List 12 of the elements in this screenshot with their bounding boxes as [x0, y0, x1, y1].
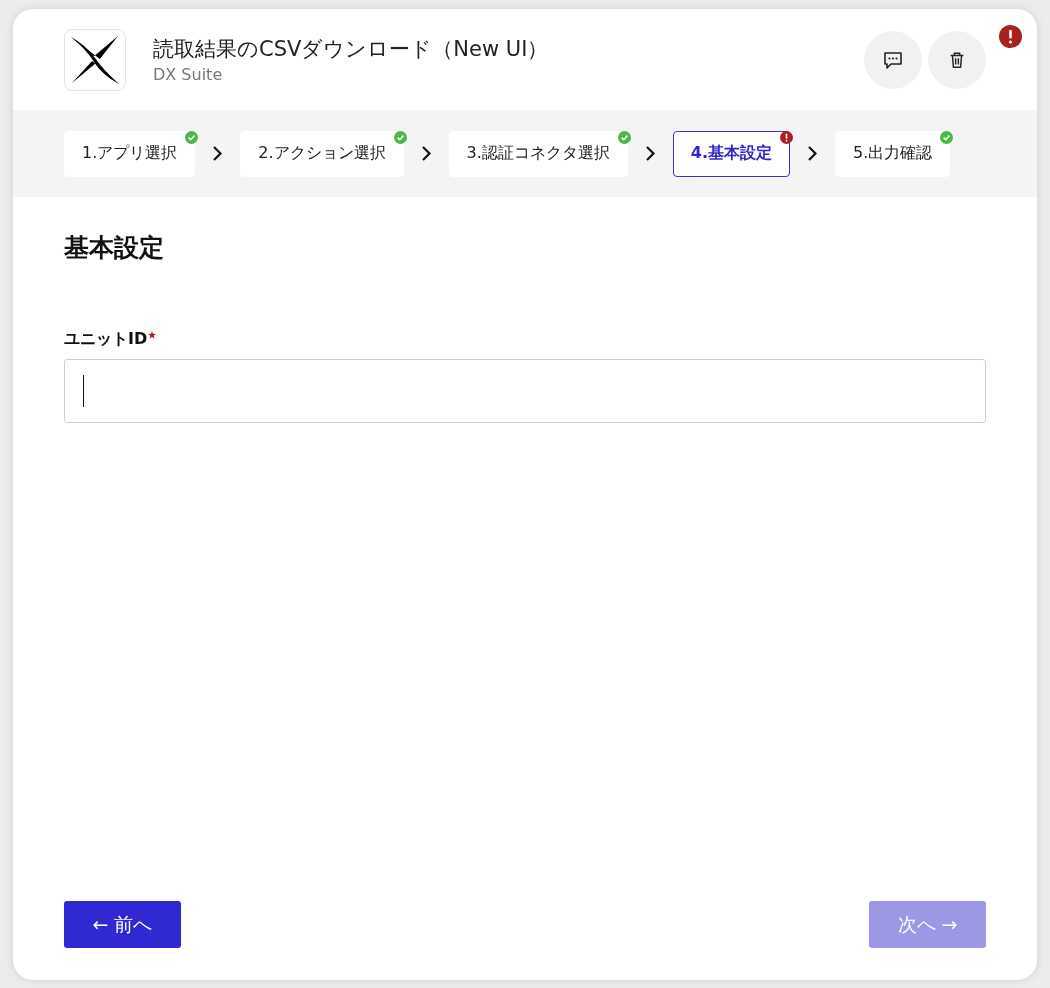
previous-button[interactable]: ← 前へ [64, 901, 181, 948]
app-subtitle: DX Suite [153, 65, 224, 84]
step-tab[interactable]: 1.アプリ選択 [64, 130, 196, 177]
unit-id-input[interactable] [64, 359, 986, 423]
step-tab[interactable]: 4.基本設定 [672, 130, 790, 177]
step-tab[interactable]: 5.出力確認 [835, 130, 951, 177]
app-title: 読取結果のCSVダウンロード（New UI） [153, 36, 550, 63]
step-tab[interactable]: 2.アクション選択 [240, 130, 404, 177]
field-label: ユニットID [64, 329, 157, 350]
app-logo [64, 28, 126, 91]
step-tab[interactable]: 3.認証コネクタ選択 [448, 130, 628, 177]
section-title: 基本設定 [64, 232, 165, 264]
